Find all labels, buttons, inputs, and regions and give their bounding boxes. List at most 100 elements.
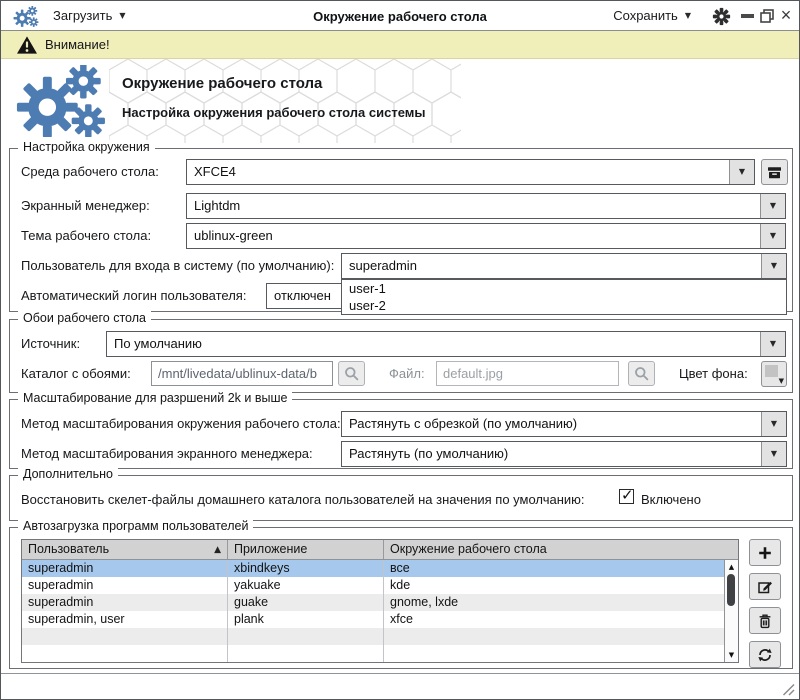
scroll-down-icon[interactable]: ▼: [725, 649, 738, 661]
chevron-down-icon: ▼: [739, 168, 745, 176]
desktop-scaling-value: Растянуть с обрезкой (по умолчанию): [349, 412, 577, 436]
column-header-env[interactable]: Окружение рабочего стола: [384, 540, 738, 559]
save-label: Сохранить: [613, 8, 678, 23]
warning-icon: [16, 35, 38, 55]
page-title: Окружение рабочего стола: [122, 75, 322, 92]
chevron-down-button[interactable]: ▼: [761, 412, 786, 436]
theme-select[interactable]: ublinux-green ▼: [186, 223, 786, 249]
display-manager-label: Экранный менеджер:: [21, 198, 150, 213]
background-color-button[interactable]: ▼: [761, 361, 787, 387]
chevron-down-button[interactable]: ▼: [761, 442, 786, 466]
cell-user: superadmin: [22, 594, 228, 611]
table-row[interactable]: superadmin, user plank xfce: [22, 611, 738, 628]
load-menu-button[interactable]: Загрузить ▼: [53, 1, 126, 30]
column-header-app[interactable]: Приложение: [228, 540, 384, 559]
scroll-up-icon[interactable]: ▲: [725, 561, 738, 573]
delete-row-button[interactable]: [749, 607, 781, 634]
skel-restore-state-label: Включено: [641, 492, 701, 507]
restore-button[interactable]: [760, 9, 774, 23]
wallpaper-file-input[interactable]: [436, 361, 619, 386]
add-row-button[interactable]: [749, 539, 781, 566]
desktop-scaling-select[interactable]: Растянуть с обрезкой (по умолчанию) ▼: [341, 411, 787, 437]
settings-button[interactable]: [711, 6, 731, 26]
chevron-down-button[interactable]: ▼: [761, 254, 786, 278]
browse-file-button[interactable]: [628, 361, 655, 386]
chevron-down-button[interactable]: ▼: [760, 224, 785, 248]
display-manager-select[interactable]: Lightdm ▼: [186, 193, 786, 219]
dropdown-option[interactable]: user-2: [342, 297, 786, 314]
desktop-environment-label: Среда рабочего стола:: [21, 164, 159, 179]
wallpaper-group-legend: Обои рабочего стола: [18, 311, 151, 325]
autostart-group-legend: Автозагрузка программ пользователей: [18, 519, 253, 533]
chevron-down-button[interactable]: ▼: [729, 160, 754, 184]
cell-env: gnome, lxde: [384, 594, 724, 611]
login-user-label: Пользователь для входа в систему (по умо…: [21, 258, 334, 273]
color-swatch: [765, 365, 778, 377]
scroll-thumb[interactable]: [727, 574, 735, 606]
status-divider: [1, 673, 799, 674]
edit-row-button[interactable]: [749, 573, 781, 600]
chevron-down-icon: ▼: [771, 450, 777, 458]
hexagon-pattern: [109, 59, 461, 143]
desktop-environment-select[interactable]: XFCE4 ▼: [186, 159, 755, 185]
cell-user: superadmin, user: [22, 611, 228, 628]
title-bar: Загрузить ▼ Окружение рабочего стола Сох…: [1, 1, 799, 31]
theme-value: ublinux-green: [194, 224, 273, 248]
chevron-down-icon: ▼: [685, 11, 691, 20]
archive-box-icon: [767, 165, 782, 180]
column-header-user[interactable]: Пользователь ▲: [22, 540, 228, 559]
sort-asc-icon: ▲: [214, 541, 221, 559]
desktop-scaling-label: Метод масштабирования окружения рабочего…: [21, 416, 341, 431]
cell-empty: [384, 645, 724, 662]
autologin-value: отключен: [274, 284, 331, 308]
chevron-down-button[interactable]: ▼: [760, 194, 785, 218]
resize-grip[interactable]: [782, 683, 795, 696]
column-header-env-label: Окружение рабочего стола: [390, 542, 547, 556]
browse-directory-button[interactable]: [338, 361, 365, 386]
wallpaper-source-value: По умолчанию: [114, 332, 202, 356]
refresh-button[interactable]: [749, 641, 781, 668]
login-user-select[interactable]: superadmin ▼: [341, 253, 787, 279]
cell-empty: [228, 645, 384, 662]
cell-env: kde: [384, 577, 724, 594]
chevron-down-icon: ▼: [119, 11, 125, 20]
dm-scaling-select[interactable]: Растянуть (по умолчанию) ▼: [341, 441, 787, 467]
table-header: Пользователь ▲ Приложение Окружение рабо…: [22, 540, 738, 560]
warning-banner: Внимание!: [1, 31, 799, 59]
search-icon: [634, 366, 649, 381]
cell-empty: [22, 645, 228, 662]
chevron-down-icon: ▼: [770, 340, 776, 348]
close-button[interactable]: ×: [778, 3, 794, 27]
install-environment-button[interactable]: [761, 159, 788, 185]
dm-scaling-value: Растянуть (по умолчанию): [349, 442, 508, 466]
dropdown-option[interactable]: user-1: [342, 280, 786, 297]
table-scrollbar[interactable]: ▲ ▼: [724, 560, 738, 662]
page-header: Окружение рабочего стола Настройка окруж…: [1, 59, 799, 143]
page-subtitle: Настройка окружения рабочего стола систе…: [122, 105, 426, 120]
wallpaper-source-select[interactable]: По умолчанию ▼: [106, 331, 786, 357]
minimize-button[interactable]: [741, 14, 754, 18]
cell-empty: [228, 628, 384, 645]
environment-group-legend: Настройка окружения: [18, 140, 155, 154]
wallpaper-directory-input[interactable]: [151, 361, 333, 386]
cell-user: superadmin: [22, 577, 228, 594]
login-user-dropdown-list[interactable]: user-1 user-2: [341, 279, 787, 315]
chevron-down-icon: ▼: [771, 262, 777, 270]
table-row[interactable]: superadmin yakuake kde: [22, 577, 738, 594]
additional-group-legend: Дополнительно: [18, 467, 118, 481]
cell-app: plank: [228, 611, 384, 628]
scaling-group-legend: Масштабирование для разршений 2k и выше: [18, 391, 292, 405]
save-menu-button[interactable]: Сохранить ▼: [613, 1, 691, 30]
login-user-value: superadmin: [349, 254, 417, 278]
chevron-down-button[interactable]: ▼: [760, 332, 785, 356]
table-row[interactable]: superadmin guake gnome, lxde: [22, 594, 738, 611]
autologin-label: Автоматический логин пользователя:: [21, 288, 246, 303]
trash-icon: [757, 613, 773, 629]
table-row[interactable]: superadmin xbindkeys все: [22, 560, 738, 577]
skel-restore-checkbox[interactable]: [619, 489, 634, 504]
background-color-label: Цвет фона:: [679, 366, 748, 381]
cell-empty: [22, 628, 228, 645]
cell-app: xbindkeys: [228, 560, 384, 577]
autologin-select[interactable]: отключен: [266, 283, 345, 309]
chevron-down-icon: ▼: [770, 202, 776, 210]
